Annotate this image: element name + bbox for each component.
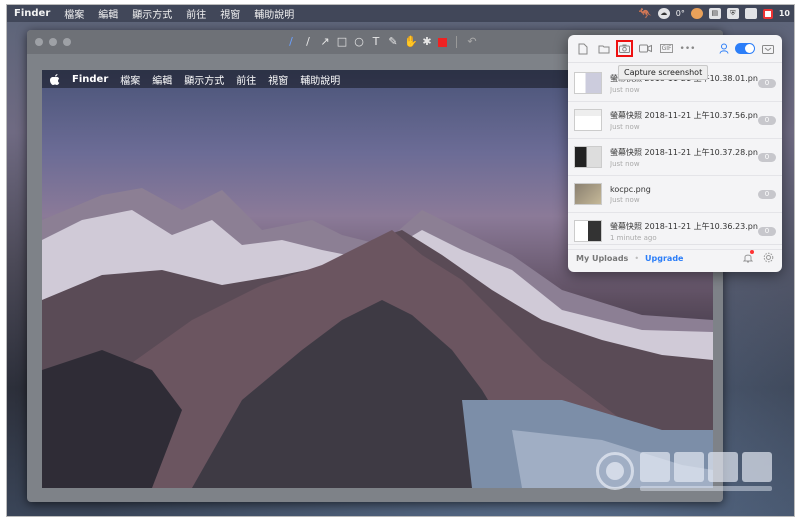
status-right-value: 10 <box>778 9 790 18</box>
watermark-emblem-icon <box>596 452 634 490</box>
upload-popover: GIF ••• Capture screenshot 螢幕快照 2018-11-… <box>568 35 782 272</box>
inner-menu-app-name: Finder <box>72 73 109 85</box>
window-controls <box>35 38 71 46</box>
file-name: 螢幕快照 2018-11-21 上午10.37.28.png <box>610 147 758 157</box>
menu-bar: Finder 檔案 編輯 顯示方式 前往 視窗 輔助說明 🦘 ☁ 0° ▤ ⛨ … <box>7 5 794 22</box>
pen-tool-icon[interactable]: / <box>285 33 297 51</box>
account-controls <box>715 40 776 57</box>
menu-file[interactable]: 檔案 <box>57 6 91 21</box>
watermark-url <box>640 486 772 491</box>
file-time: 1 minute ago <box>610 233 657 242</box>
color-wheel-status-icon[interactable] <box>690 8 703 19</box>
file-meta: 螢幕快照 2018-11-21 上午10.37.28.png Just now <box>610 147 758 168</box>
file-thumbnail <box>574 220 602 242</box>
upload-row[interactable]: 螢幕快照 2018-11-21 上午10.37.56.png Just now … <box>568 102 782 139</box>
file-meta: 螢幕快照 2018-11-21 上午10.36.23.png 1 minute … <box>610 221 758 242</box>
file-time: Just now <box>610 195 640 204</box>
drawing-tools: / / ↗ □ ○ T ✎ ✋ ✱ ↶ <box>285 33 478 51</box>
view-count-badge: 0 <box>758 115 776 125</box>
upload-row[interactable]: 螢幕快照 2018-11-21 上午10.37.28.png Just now … <box>568 139 782 176</box>
capture-screenshot-button[interactable] <box>616 40 633 57</box>
temperature-status[interactable]: 0° <box>676 9 685 18</box>
capture-screenshot-tooltip: Capture screenshot <box>618 65 709 80</box>
rectangle-tool-icon[interactable]: □ <box>336 33 348 51</box>
undo-icon[interactable]: ↶ <box>466 33 478 51</box>
watermark-lettering <box>640 452 772 482</box>
file-time: Just now <box>610 159 640 168</box>
file-meta: 螢幕快照 2018-11-21 上午10.37.56.png Just now <box>610 110 758 131</box>
watermark-logo <box>596 448 776 498</box>
text-tool-icon[interactable]: T <box>370 33 382 51</box>
brush-tool-icon[interactable]: ✎ <box>387 33 399 51</box>
color-picker-swatch[interactable] <box>438 37 447 47</box>
minimize-window-button[interactable] <box>49 38 57 46</box>
file-thumbnail <box>574 146 602 168</box>
close-window-button[interactable] <box>35 38 43 46</box>
upload-row[interactable]: kocpc.png Just now 0 <box>568 176 782 213</box>
file-name: 螢幕快照 2018-11-21 上午10.37.56.png <box>610 110 758 120</box>
inner-menu-go: 前往 <box>236 75 257 87</box>
file-thumbnail <box>574 72 602 94</box>
user-icon[interactable] <box>715 40 732 57</box>
line-tool-icon[interactable]: / <box>302 33 314 51</box>
notification-dot <box>750 249 754 254</box>
toolbar-divider <box>456 36 457 48</box>
cloud-status-icon[interactable]: ☁ <box>657 8 670 19</box>
kangaroo-status-icon[interactable]: 🦘 <box>638 7 652 20</box>
inner-menu-window: 視窗 <box>268 75 289 87</box>
status-area: 🦘 ☁ 0° ▤ ⛨ 10 <box>638 7 794 20</box>
clipboard-status-icon[interactable]: ▤ <box>708 8 721 19</box>
settings-gear-icon[interactable] <box>763 252 774 266</box>
zoom-window-button[interactable] <box>63 38 71 46</box>
view-count-badge: 0 <box>758 189 776 199</box>
file-time: Just now <box>610 85 640 94</box>
view-count-badge: 0 <box>758 152 776 162</box>
hand-tool-icon[interactable]: ✋ <box>404 33 418 51</box>
menu-view[interactable]: 顯示方式 <box>125 6 179 21</box>
new-file-icon[interactable] <box>574 40 591 57</box>
menu-app-name[interactable]: Finder <box>7 8 57 19</box>
upload-toggle[interactable] <box>735 43 755 54</box>
menu-window[interactable]: 視窗 <box>213 6 247 21</box>
ellipse-tool-icon[interactable]: ○ <box>353 33 365 51</box>
pixelate-tool-icon[interactable]: ✱ <box>421 33 433 51</box>
folder-icon[interactable] <box>595 40 612 57</box>
inner-menu-edit: 編輯 <box>152 75 173 87</box>
record-status-icon[interactable] <box>762 8 773 19</box>
menu-go[interactable]: 前往 <box>179 6 213 21</box>
upgrade-link[interactable]: Upgrade <box>645 254 683 263</box>
my-uploads-link[interactable]: My Uploads <box>576 254 628 263</box>
blank-status-icon[interactable] <box>744 8 757 19</box>
popover-footer: My Uploads • Upgrade <box>568 244 782 272</box>
view-count-badge: 0 <box>758 226 776 236</box>
footer-separator: • <box>634 254 640 263</box>
footer-icons <box>742 249 774 266</box>
notifications-bell-icon[interactable] <box>742 249 754 266</box>
inner-menu-file: 檔案 <box>120 75 141 87</box>
file-thumbnail <box>574 183 602 205</box>
file-meta: kocpc.png Just now <box>610 185 758 204</box>
desktop: Finder 檔案 編輯 顯示方式 前往 視窗 輔助說明 🦘 ☁ 0° ▤ ⛨ … <box>6 4 795 517</box>
arrow-tool-icon[interactable]: ↗ <box>319 33 331 51</box>
view-count-badge: 0 <box>758 78 776 88</box>
file-thumbnail <box>574 109 602 131</box>
apple-logo-icon[interactable] <box>50 73 60 85</box>
inner-menu-help: 輔助說明 <box>300 75 341 87</box>
file-time: Just now <box>610 122 640 131</box>
menu-edit[interactable]: 編輯 <box>91 6 125 21</box>
camera-icon <box>619 44 630 53</box>
file-name: 螢幕快照 2018-11-21 上午10.36.23.png <box>610 221 758 231</box>
file-name: kocpc.png <box>610 184 651 194</box>
record-video-icon[interactable] <box>637 40 654 57</box>
popover-toolbar: GIF ••• <box>568 35 782 63</box>
recent-uploads-list: 螢幕快照 2018-11-21 上午10.38.01.png Just now … <box>568 65 782 250</box>
menu-help[interactable]: 輔助說明 <box>247 6 301 21</box>
inbox-icon[interactable] <box>759 40 776 57</box>
more-options-icon[interactable]: ••• <box>679 40 696 57</box>
shield-status-icon[interactable]: ⛨ <box>726 8 739 19</box>
gif-record-icon[interactable]: GIF <box>658 40 675 57</box>
inner-menu-view: 顯示方式 <box>184 75 225 87</box>
